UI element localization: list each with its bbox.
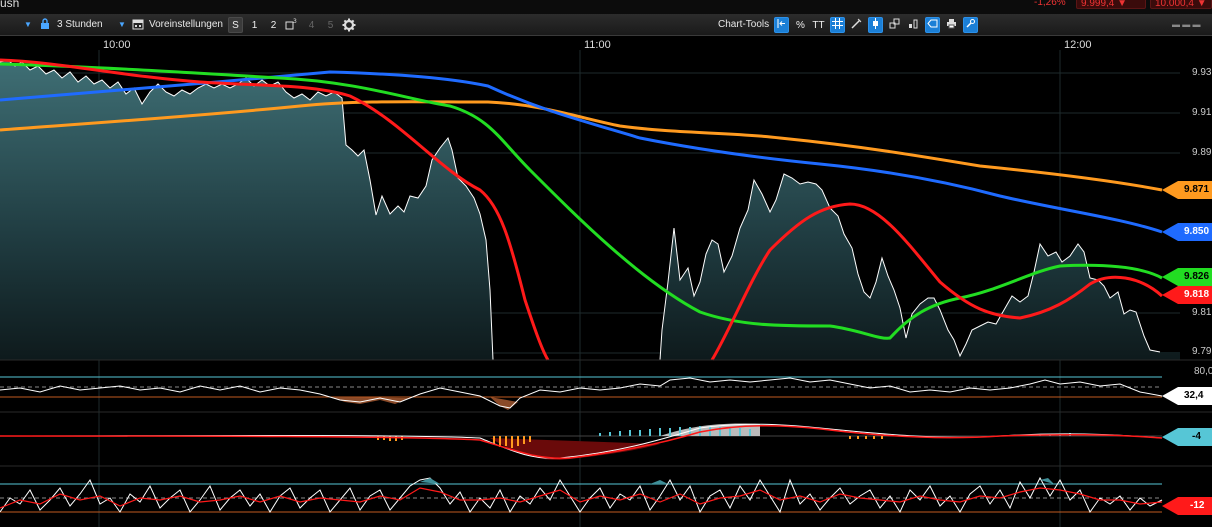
rsi-pane xyxy=(0,376,1163,410)
oscillator-pane xyxy=(0,476,1163,514)
macd-value-badge: -4 xyxy=(1162,428,1212,446)
oscillator-fill xyxy=(420,478,1054,484)
price-axis-label: 9.89 xyxy=(1192,147,1212,158)
oscillator-line xyxy=(0,476,1163,514)
price-axis-label: 9.79 xyxy=(1192,346,1212,357)
green-series-badge: 9.826 xyxy=(1162,268,1212,286)
rsi-line xyxy=(0,377,1163,409)
time-axis: 10:00 11:00 12:00 xyxy=(0,36,1212,54)
red-series-badge: 9.818 xyxy=(1162,286,1212,304)
price-axis-label: 9.93 xyxy=(1192,67,1212,78)
time-label: 10:00 xyxy=(103,39,131,51)
blue-series-badge: 9.850 xyxy=(1162,223,1212,241)
macd-pane xyxy=(0,423,1163,460)
price-axis-label: 9.81 xyxy=(1192,307,1212,318)
time-label: 12:00 xyxy=(1064,39,1092,51)
orange-series-badge: 9.871 xyxy=(1162,181,1212,199)
time-label: 11:00 xyxy=(584,39,611,51)
rsi-top-label: 80,0 xyxy=(1194,366,1212,377)
rsi-value-badge: 32,4 xyxy=(1162,387,1212,405)
chart-area[interactable] xyxy=(0,0,1212,527)
oscillator-value-badge: -12 xyxy=(1162,497,1212,515)
rsi-oversold-fill xyxy=(330,397,518,410)
price-axis-label: 9.91 xyxy=(1192,107,1212,118)
